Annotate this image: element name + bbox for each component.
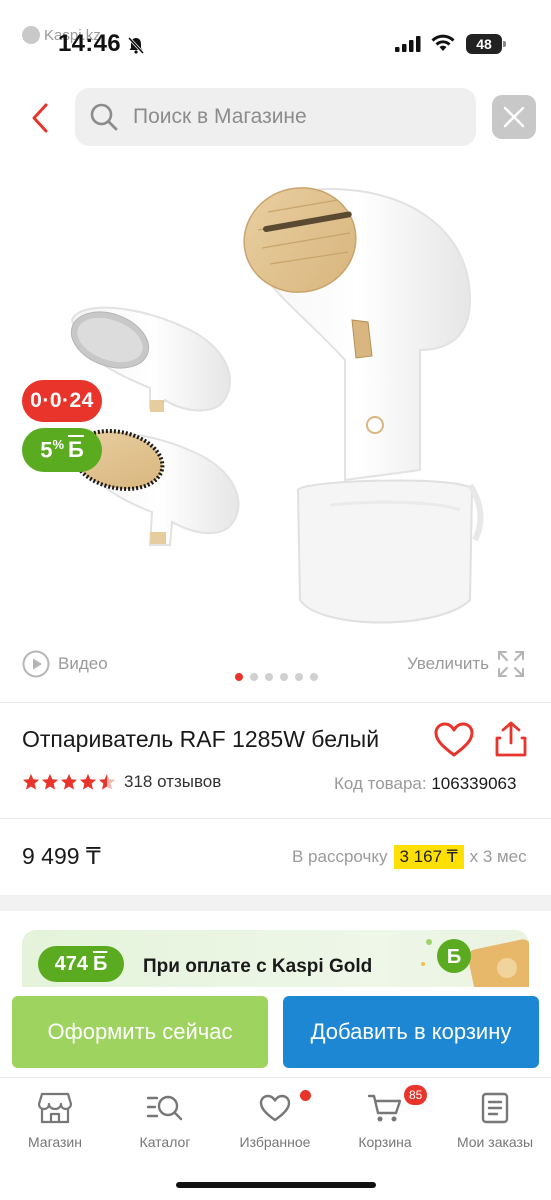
product-rating[interactable]: 318 отзывов [22,772,221,792]
star-icon [60,773,78,790]
expand-icon [498,651,524,677]
store-icon [38,1092,72,1124]
promo-bonus-badge: 474 Б [38,946,124,982]
video-label: Видео [58,654,108,673]
product-title: Отпариватель RAF 1285W белый [22,726,380,752]
nav-item-favorites[interactable]: Избранное [220,1090,330,1150]
share-button[interactable] [494,720,528,758]
zoom-button[interactable]: Увеличить [407,650,525,678]
search-placeholder: Поиск в Магазине [133,105,307,128]
nav-label-favorites: Избранное [239,1134,311,1150]
nav-label-catalog: Каталог [139,1134,191,1150]
heart-icon [259,1094,291,1122]
bonus-badge: 5% Б [22,428,102,472]
pagination-dot[interactable] [265,673,273,681]
nav-label-orders: Мои заказы [456,1134,534,1150]
checkout-now-button[interactable]: Оформить сейчас [12,996,268,1068]
pagination-dot[interactable] [250,673,258,681]
pagination-dot[interactable] [235,673,243,681]
divider [0,702,551,703]
close-search-button[interactable] [492,95,536,139]
orders-icon [481,1092,509,1124]
home-indicator[interactable] [176,1182,376,1188]
gallery-pagination [235,673,318,681]
bonus-badge-value: 5% [40,436,64,463]
back-button[interactable] [22,98,58,138]
promo-text: При оплате с Kaspi Gold [143,956,373,977]
clock: 14:46 [58,30,121,57]
search-icon [90,103,118,131]
bonus-badge-symbol: Б [68,437,84,462]
divider [0,818,551,819]
cart-count-badge: 85 [404,1085,428,1105]
add-to-favorites-button[interactable] [434,722,474,758]
rating-stars [22,773,116,791]
favorites-notification-dot [300,1090,311,1101]
reviews-count[interactable]: 318 отзывов [124,772,221,792]
cart-icon [368,1094,402,1122]
star-icon [41,773,59,790]
nav-label-store: Магазин [27,1134,82,1150]
svg-text:Б: Б [447,946,461,968]
installment-info[interactable]: В рассрочку 3 167 ₸ х 3 мес [292,845,527,869]
wifi-icon [431,34,455,51]
installment-timer-badge: 0·0·24 [22,380,102,422]
kaspi-gold-card-icon: Б [421,939,529,990]
kaspi-gold-promo[interactable]: 474 Б При оплате с Kaspi Gold Б [22,930,529,990]
sku-value: 106339063 [431,774,517,793]
installment-amount: 3 167 ₸ [393,845,464,869]
pagination-dot[interactable] [295,673,303,681]
product-sku: Код товара: 106339063 [334,774,516,794]
star-icon [79,773,97,790]
promo-bonus-symbol: Б [93,952,108,975]
nav-label-cart: Корзина [358,1134,412,1150]
nav-item-cart[interactable]: 85 Корзина [330,1085,440,1150]
catalog-search-icon [146,1095,183,1121]
zoom-label: Увеличить [407,654,489,673]
bell-mute-icon [127,36,145,55]
nav-item-catalog[interactable]: Каталог [110,1090,220,1150]
video-button[interactable]: Видео [22,650,108,678]
kaspi-logo-icon [22,26,40,44]
share-icon [495,721,527,757]
chevron-left-icon [32,103,48,133]
search-input[interactable]: Поиск в Магазине [75,88,476,146]
nav-item-store[interactable]: Магазин [0,1090,110,1150]
promo-bonus-amount: 474 [54,952,88,975]
play-icon [22,650,50,678]
pagination-dot[interactable] [280,673,288,681]
installment-term: х 3 мес [469,847,527,866]
status-bar: Kaspi.kz 14:46 48 [0,0,551,80]
close-icon [503,106,525,128]
sku-label: Код товара: [334,774,427,793]
star-icon [22,773,40,790]
battery-indicator: 48 [466,34,506,54]
product-price: 9 499 ₸ [22,843,101,869]
pagination-dot[interactable] [310,673,318,681]
star-half-icon [98,773,116,790]
signal-icon [395,36,421,52]
heart-icon [434,722,474,757]
nav-item-orders[interactable]: Мои заказы [440,1090,550,1150]
add-to-cart-button[interactable]: Добавить в корзину [283,996,539,1068]
section-separator [0,895,551,911]
installment-label: В рассрочку [292,847,388,866]
